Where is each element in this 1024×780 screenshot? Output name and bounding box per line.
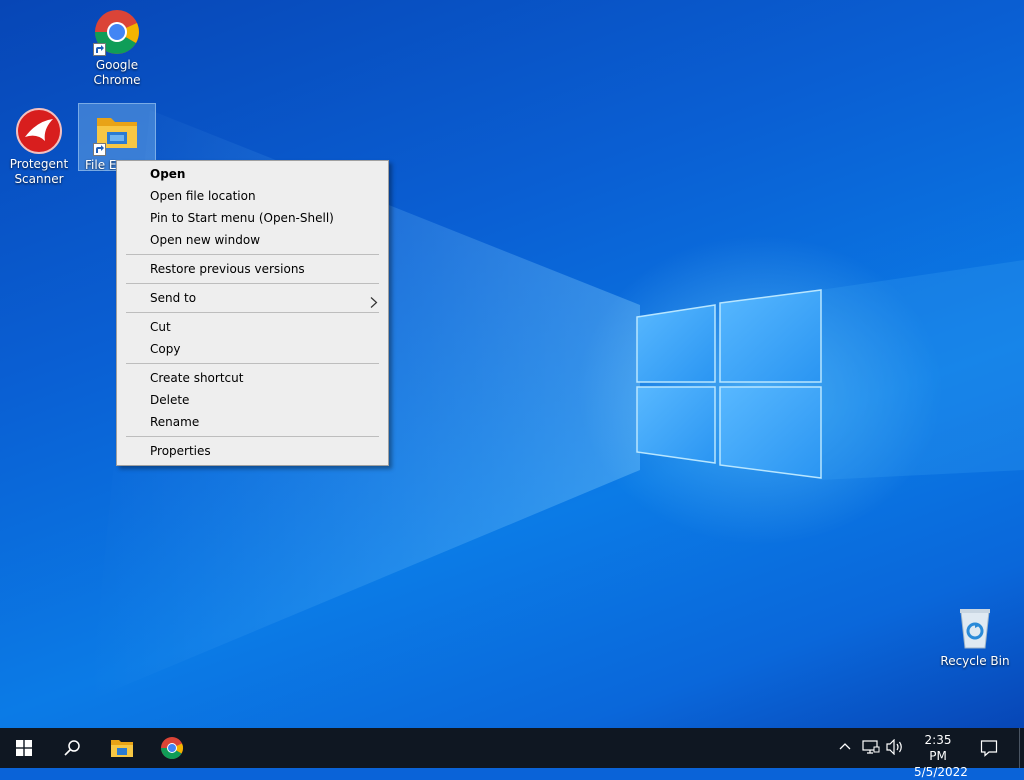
clock-time: 2:35 PM [924, 733, 952, 763]
chevron-right-icon [370, 293, 378, 315]
network-button[interactable] [862, 739, 882, 779]
taskbar-chrome[interactable] [148, 728, 196, 768]
menu-item-create-shortcut[interactable]: Create shortcut [117, 367, 388, 389]
network-icon [862, 740, 880, 754]
taskbar: 2:35 PM 5/5/2022 [0, 728, 1024, 779]
desktop-icon-protegent-scanner[interactable]: Protegent Scanner [1, 103, 77, 187]
desktop-icon-recycle-bin[interactable]: Recycle Bin [937, 600, 1013, 669]
desktop-icon-label: Scanner [14, 172, 64, 186]
clock-date: 5/5/2022 [914, 765, 968, 779]
context-menu: Open Open file location Pin to Start men… [116, 160, 389, 466]
menu-item-label: Send to [150, 291, 197, 305]
menu-item-send-to[interactable]: Send to [117, 287, 388, 309]
menu-item-properties[interactable]: Properties [117, 440, 388, 462]
menu-item-restore-previous-versions[interactable]: Restore previous versions [117, 258, 388, 280]
menu-item-pin-to-start[interactable]: Pin to Start menu (Open-Shell) [117, 207, 388, 229]
show-desktop-button[interactable] [1019, 728, 1024, 768]
menu-separator [126, 363, 379, 364]
menu-separator [126, 254, 379, 255]
menu-separator [126, 436, 379, 437]
search-icon [64, 740, 80, 756]
desktop[interactable]: Google Chrome Protegent Scanner File Ex … [0, 0, 1024, 728]
file-explorer-icon [111, 740, 133, 757]
recycle-bin-icon [951, 604, 999, 652]
chrome-icon [93, 8, 141, 56]
action-center-button[interactable] [980, 739, 1002, 779]
volume-icon [886, 738, 902, 756]
shortcut-arrow-icon [93, 143, 106, 156]
file-explorer-icon [93, 108, 141, 156]
menu-separator [126, 283, 379, 284]
menu-separator [126, 312, 379, 313]
volume-button[interactable] [886, 738, 906, 779]
taskbar-clock[interactable]: 2:35 PM 5/5/2022 [914, 732, 968, 780]
menu-item-rename[interactable]: Rename [117, 411, 388, 433]
notification-icon [980, 740, 998, 757]
menu-item-open[interactable]: Open [117, 163, 388, 185]
windows-logo-icon [16, 740, 32, 756]
protegent-scanner-icon [15, 107, 63, 155]
desktop-icon-label: Chrome [93, 73, 141, 87]
shortcut-arrow-icon [93, 43, 106, 56]
desktop-icon-label: Google [95, 58, 139, 72]
chrome-icon [161, 737, 183, 759]
search-button[interactable] [48, 728, 96, 768]
menu-item-open-new-window[interactable]: Open new window [117, 229, 388, 251]
menu-item-delete[interactable]: Delete [117, 389, 388, 411]
chevron-up-icon [839, 743, 851, 750]
desktop-icon-label: Recycle Bin [940, 654, 1010, 668]
menu-item-open-file-location[interactable]: Open file location [117, 185, 388, 207]
desktop-icon-label: Protegent [9, 157, 69, 171]
taskbar-file-explorer[interactable] [98, 728, 146, 768]
menu-item-copy[interactable]: Copy [117, 338, 388, 360]
menu-item-cut[interactable]: Cut [117, 316, 388, 338]
show-hidden-icons-button[interactable] [838, 740, 856, 780]
desktop-icon-google-chrome[interactable]: Google Chrome [79, 4, 155, 88]
start-button[interactable] [0, 728, 48, 768]
